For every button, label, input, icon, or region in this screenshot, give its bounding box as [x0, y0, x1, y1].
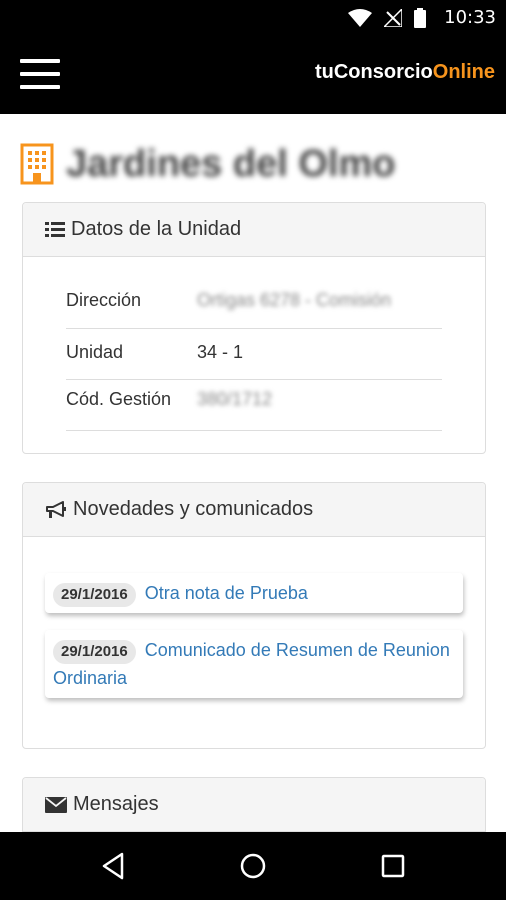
- page-title: Jardines del Olmo: [20, 142, 395, 186]
- messages-title: Mensajes: [73, 793, 159, 815]
- news-date-badge: 29/1/2016: [53, 583, 136, 607]
- unit-row-address: Dirección Ortigas 6278 - Comisión: [66, 275, 442, 329]
- system-nav-bar: [0, 832, 506, 900]
- news-heading: Novedades y comunicados: [23, 483, 485, 537]
- unit-row-code: Cód. Gestión 380/1712: [66, 380, 442, 431]
- messages-heading[interactable]: Mensajes: [23, 778, 485, 832]
- back-icon[interactable]: [93, 848, 133, 884]
- building-icon: [20, 143, 54, 185]
- home-icon[interactable]: [233, 848, 273, 884]
- main-content: Jardines del Olmo Datos de la Unidad Dir…: [0, 114, 506, 832]
- recents-icon[interactable]: [373, 848, 413, 884]
- news-title: Novedades y comunicados: [73, 498, 314, 520]
- unit-data-title: Datos de la Unidad: [71, 218, 242, 240]
- address-label: Dirección: [66, 290, 142, 310]
- unit-row-unit: Unidad 34 - 1: [66, 329, 442, 380]
- news-item[interactable]: 29/1/2016 Comunicado de Resumen de Reuni…: [45, 630, 463, 698]
- clock: 10:33: [444, 7, 496, 28]
- brand-logo[interactable]: tuConsorcioOnline: [315, 61, 495, 84]
- envelope-icon: [45, 796, 67, 813]
- brand-prefix: tuConsorcio: [314, 61, 433, 83]
- messages-panel: Mensajes: [22, 777, 486, 832]
- unit-value: 34 - 1: [197, 342, 244, 362]
- unit-label: Unidad: [66, 342, 124, 362]
- battery-icon: [414, 8, 426, 28]
- list-icon: [45, 221, 65, 237]
- wifi-icon: [348, 9, 372, 27]
- code-label: Cód. Gestión: [66, 389, 172, 409]
- unit-data-heading: Datos de la Unidad: [23, 203, 485, 257]
- address-value: Ortigas 6278 - Comisión: [197, 290, 392, 310]
- status-icons: [348, 8, 426, 28]
- news-panel: Novedades y comunicados 29/1/2016 Otra n…: [22, 482, 486, 749]
- status-bar: 10:33: [0, 0, 506, 34]
- brand-suffix: Online: [432, 61, 495, 83]
- unit-data-panel: Datos de la Unidad Dirección Ortigas 627…: [22, 202, 486, 454]
- news-link[interactable]: Otra nota de Prueba: [145, 583, 308, 603]
- no-signal-icon: [384, 9, 402, 27]
- bullhorn-icon: [46, 500, 66, 518]
- code-value: 380/1712: [197, 389, 273, 409]
- news-item[interactable]: 29/1/2016 Otra nota de Prueba: [45, 573, 463, 613]
- app-bar: tuConsorcioOnline: [0, 34, 506, 114]
- news-date-badge: 29/1/2016: [53, 640, 136, 664]
- consortium-name: Jardines del Olmo: [66, 142, 396, 185]
- menu-icon[interactable]: [20, 59, 60, 89]
